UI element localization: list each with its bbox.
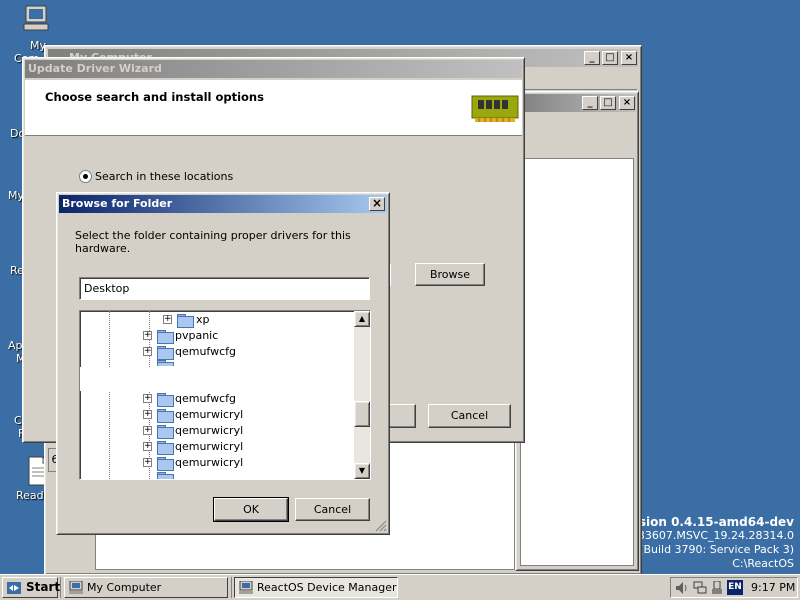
close-button[interactable]: × <box>369 197 385 211</box>
tree-item-label: pvpanic <box>175 329 219 342</box>
wizard-header: Choose search and install options <box>25 80 522 136</box>
expand-icon[interactable]: + <box>143 458 152 467</box>
desktop-icon-my-computer[interactable] <box>22 4 52 34</box>
tree-item-label: qemurwicryl <box>175 424 244 437</box>
folder-icon <box>157 425 174 439</box>
cancel-button[interactable]: Cancel <box>295 498 370 521</box>
close-button[interactable]: × <box>619 96 635 110</box>
task-label: My Computer <box>87 581 162 594</box>
folder-icon <box>157 457 174 471</box>
expand-icon[interactable]: + <box>143 331 152 340</box>
tree-item[interactable]: + qemurwicryl <box>80 407 350 423</box>
wizard-cancel-button[interactable]: Cancel <box>428 404 511 428</box>
minimize-button[interactable]: _ <box>584 51 600 65</box>
expand-icon[interactable]: + <box>143 410 152 419</box>
my-computer-icon <box>69 581 83 594</box>
tree-item[interactable]: + xp <box>80 312 350 328</box>
language-indicator[interactable]: EN <box>727 580 743 595</box>
tree-item-label: qemurwicryl <box>175 408 244 421</box>
wizard-title: Update Driver Wizard <box>28 62 162 75</box>
tree-scrollbar[interactable]: ▲ ▼ <box>354 311 370 479</box>
tree-item-partial <box>80 360 350 366</box>
hardware-chip-icon <box>471 95 519 122</box>
browse-for-folder-dialog[interactable]: Browse for Folder × Select the folder co… <box>56 192 390 535</box>
tree-item-label: xp <box>196 313 210 326</box>
my-computer-icon <box>23 5 49 31</box>
device-manager-icon <box>239 581 253 594</box>
task-my-computer[interactable]: My Computer <box>64 577 228 598</box>
scroll-down-arrow-icon[interactable]: ▼ <box>354 463 370 479</box>
start-logo-icon <box>7 582 21 594</box>
search-locations-radio[interactable] <box>79 170 92 183</box>
browse-button[interactable]: Browse <box>415 263 485 286</box>
ok-button[interactable]: OK <box>213 497 289 522</box>
tree-item-partial <box>80 471 350 479</box>
tree-item[interactable]: + qemufwcfg <box>80 391 350 407</box>
device-manager-content <box>520 158 634 566</box>
task-device-manager[interactable]: ReactOS Device Manager <box>234 577 398 598</box>
folder-icon <box>157 360 174 366</box>
folder-path-input[interactable]: Desktop <box>79 277 370 300</box>
tree-item[interactable]: + qemufwcfg <box>80 344 350 360</box>
tree-item[interactable]: + qemurwicryl <box>80 439 350 455</box>
start-button[interactable]: Start <box>2 577 61 598</box>
expand-icon[interactable]: + <box>143 426 152 435</box>
tree-redraw-gap <box>80 367 350 391</box>
expand-icon[interactable]: + <box>143 394 152 403</box>
maximize-button[interactable]: □ <box>602 51 618 65</box>
network-icon[interactable] <box>693 581 707 595</box>
minimize-button[interactable]: _ <box>582 96 598 110</box>
expand-icon[interactable]: + <box>163 315 172 324</box>
volume-icon[interactable] <box>675 581 689 595</box>
folder-icon <box>157 393 174 407</box>
clock[interactable]: 9:17 PM <box>751 580 795 595</box>
taskbar-separator <box>60 577 61 598</box>
folder-icon <box>157 330 174 344</box>
start-label: Start <box>26 580 61 594</box>
scrollbar-thumb[interactable] <box>354 401 370 427</box>
desktop-icon-label[interactable]: Ap <box>8 339 23 352</box>
tree-item-label: qemufwcfg <box>175 345 237 358</box>
device-manager-titlebar[interactable]: _ □ × <box>518 94 636 112</box>
tree-item-label: qemufwcfg <box>175 392 237 405</box>
expand-icon[interactable]: + <box>143 442 152 451</box>
usb-device-icon[interactable] <box>711 581 723 595</box>
resize-grip-icon[interactable] <box>375 520 387 532</box>
tree-item[interactable]: + pvpanic <box>80 328 350 344</box>
browse-titlebar[interactable]: Browse for Folder × <box>59 195 387 213</box>
wizard-next-button[interactable] <box>388 404 416 428</box>
tree-item[interactable]: + qemurwicryl <box>80 455 350 471</box>
browse-instruction: Select the folder containing proper driv… <box>75 229 351 255</box>
folder-tree-view[interactable]: + xp + pvpanic + qemufwcfg + qemufwcfg +… <box>79 310 371 480</box>
folder-icon <box>177 314 194 328</box>
browse-title: Browse for Folder <box>62 197 173 210</box>
wizard-titlebar[interactable]: Update Driver Wizard <box>25 60 522 78</box>
tree-item[interactable]: + qemurwicryl <box>80 423 350 439</box>
expand-icon[interactable]: + <box>143 347 152 356</box>
folder-icon <box>157 409 174 423</box>
close-button[interactable]: × <box>621 51 637 65</box>
scroll-up-arrow-icon[interactable]: ▲ <box>354 311 370 327</box>
folder-icon <box>157 441 174 455</box>
taskbar-separator <box>231 577 232 598</box>
wizard-heading: Choose search and install options <box>45 90 264 104</box>
radio-label: Search in these locations <box>95 170 234 183</box>
tree-item-label: qemurwicryl <box>175 440 244 453</box>
folder-icon <box>157 346 174 360</box>
maximize-button[interactable]: □ <box>600 96 616 110</box>
device-manager-window[interactable]: _ □ × <box>515 91 639 571</box>
system-tray: EN 9:17 PM <box>670 577 798 598</box>
task-label: ReactOS Device Manager <box>257 581 397 594</box>
folder-icon <box>157 472 174 479</box>
tree-item-label: qemurwicryl <box>175 456 244 469</box>
